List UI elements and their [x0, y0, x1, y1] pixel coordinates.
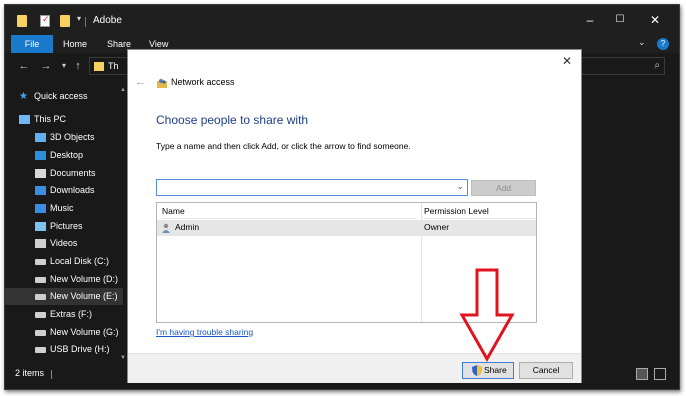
sidebar-item[interactable]: This PC [5, 111, 123, 128]
maximize-button[interactable]: ☐ [613, 13, 627, 27]
sidebar-item[interactable]: New Volume (D:) [5, 271, 123, 288]
drive-icon [35, 347, 46, 353]
sidebar-item[interactable]: Documents [5, 165, 123, 182]
sidebar-item-label: Documents [50, 168, 96, 178]
drive-icon [35, 259, 46, 265]
user-name-combobox[interactable]: ⌄ [156, 179, 468, 196]
sidebar-item[interactable]: 3D Objects [5, 129, 123, 146]
share-button[interactable]: Share [462, 362, 514, 379]
table-row[interactable]: Admin Owner [157, 220, 536, 236]
music-icon [35, 204, 46, 213]
tab-home[interactable]: Home [53, 35, 97, 53]
sidebar-item-label: New Volume (D:) [50, 274, 119, 284]
window-title: Adobe [93, 15, 122, 26]
navigation-pane: ★ Quick access This PC 3D Objects Desktop Doc… [5, 85, 129, 365]
trouble-sharing-link[interactable]: I'm having trouble sharing [156, 327, 253, 337]
large-icons-view-icon[interactable] [654, 368, 666, 380]
sidebar-item[interactable]: Local Disk (C:) [5, 253, 123, 270]
sidebar-item-label: Downloads [50, 185, 95, 195]
quick-access-toolbar-chevron-icon[interactable]: ▾ [77, 14, 81, 23]
user-icon [162, 223, 170, 233]
computer-icon [19, 115, 30, 124]
sidebar-item-label: Quick access [34, 91, 88, 101]
sidebar-item[interactable]: Music [5, 200, 123, 217]
network-share-icon [157, 79, 167, 88]
dialog-close-button[interactable]: ✕ [562, 54, 572, 68]
video-icon [35, 239, 46, 248]
properties-icon[interactable] [40, 14, 50, 27]
permission-level-cell: Owner [424, 222, 450, 232]
sidebar-item-label: New Volume (G:) [50, 327, 119, 337]
sidebar-item[interactable]: Pictures [5, 218, 123, 235]
annotation-arrow-icon [459, 268, 515, 363]
sidebar-item[interactable]: New Volume (E:) [5, 288, 123, 305]
user-name-cell: Admin [175, 222, 200, 232]
picture-icon [35, 222, 46, 231]
address-path: Th [108, 61, 119, 71]
sidebar-item-label: 3D Objects [50, 132, 95, 142]
cancel-button[interactable]: Cancel [519, 362, 573, 379]
sidebar-item-label: Desktop [50, 150, 84, 160]
desktop-icon [35, 151, 46, 160]
sidebar-item-label: Pictures [50, 221, 83, 231]
cube-icon [35, 133, 46, 142]
sidebar-item-label: This PC [34, 114, 67, 124]
item-count: 2 items [15, 368, 45, 378]
back-arrow-icon[interactable]: ← [135, 76, 146, 88]
dialog-title: Network access [171, 77, 235, 87]
back-arrow-icon[interactable]: ← [17, 58, 31, 74]
scroll-up-icon[interactable]: ▲ [120, 87, 126, 93]
sidebar-item[interactable]: Extras (F:) [5, 306, 123, 323]
sidebar-item-label: New Volume (E:) [50, 291, 118, 301]
column-header-name[interactable]: Name [162, 203, 417, 219]
up-arrow-icon[interactable]: ↑ [71, 58, 85, 74]
sidebar-item[interactable]: ★ Quick access [5, 88, 123, 105]
title-bar: ▾ Adobe – ☐ ✕ [5, 5, 679, 35]
chevron-down-icon[interactable]: ⌄ [456, 181, 464, 192]
tab-file[interactable]: File [11, 35, 53, 53]
sidebar-item-label: Local Disk (C:) [50, 256, 110, 266]
new-folder-icon[interactable] [60, 15, 70, 27]
dialog-heading: Choose people to share with [156, 113, 309, 127]
scroll-down-icon[interactable]: ▼ [120, 355, 126, 361]
sidebar-item[interactable]: New Volume (G:) [5, 324, 123, 341]
forward-arrow-icon[interactable]: → [39, 58, 53, 74]
sidebar-item-label: Music [50, 203, 74, 213]
add-button[interactable]: Add [471, 180, 536, 196]
sidebar-item-label: Videos [50, 238, 78, 248]
dialog-instruction: Type a name and then click Add, or click… [156, 141, 411, 151]
minimize-button[interactable]: – [583, 13, 597, 27]
sidebar-item[interactable]: USB Drive (H:) [5, 341, 123, 358]
help-icon[interactable]: ? [657, 38, 669, 50]
folder-icon [94, 62, 104, 71]
folder-icon [17, 15, 27, 27]
document-icon [35, 169, 46, 178]
close-button[interactable]: ✕ [648, 13, 662, 27]
share-button-label: Share [484, 365, 507, 375]
sidebar-item[interactable]: Downloads [5, 182, 123, 199]
sidebar-item[interactable]: Desktop [5, 147, 123, 164]
star-icon: ★ [19, 91, 28, 102]
divider [85, 17, 86, 27]
divider [51, 370, 52, 379]
expand-ribbon-chevron-icon[interactable]: ⌄ [638, 37, 646, 48]
drive-icon [35, 294, 46, 300]
sidebar-item-label: USB Drive (H:) [50, 344, 110, 354]
drive-icon [35, 330, 46, 336]
search-icon: ⌕ [654, 60, 660, 71]
uac-shield-icon [472, 365, 482, 376]
sidebar-item[interactable]: Videos [5, 235, 123, 252]
details-view-icon[interactable] [636, 368, 648, 380]
drive-icon [35, 312, 46, 318]
recent-locations-chevron-icon[interactable]: ▾ [57, 58, 71, 74]
download-icon [35, 186, 46, 195]
sidebar-item-label: Extras (F:) [50, 309, 92, 319]
column-header-permission-level[interactable]: Permission Level [424, 203, 536, 219]
address-field[interactable]: Th [89, 57, 129, 75]
drive-icon [35, 277, 46, 283]
